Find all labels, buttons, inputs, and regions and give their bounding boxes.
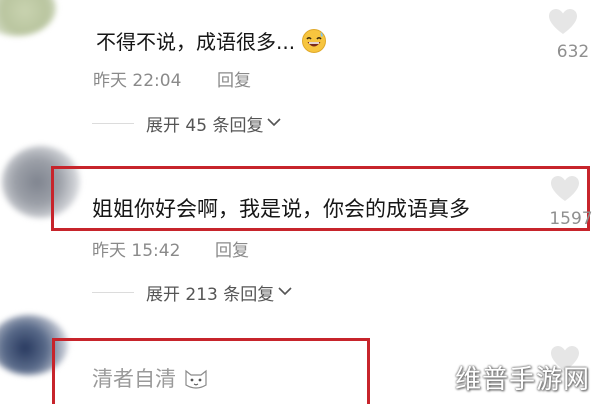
comment-time: 昨天 15:42	[92, 241, 181, 261]
like-button[interactable]: 632	[528, 8, 598, 62]
comment-text: 姐姐你好会啊，我是说，你会的成语真多	[92, 197, 470, 221]
watermark: 维普手游网	[454, 365, 590, 395]
comment-2: 姐姐你好会啊，我是说，你会的成语真多	[92, 193, 470, 223]
heart-icon	[530, 175, 600, 207]
like-count: 1597	[549, 209, 593, 229]
heart-icon	[528, 8, 598, 40]
avatar[interactable]	[0, 0, 56, 36]
expand-replies-button[interactable]: 展开 45 条回复	[92, 111, 282, 136]
laughing-sweat-emoji-icon	[301, 28, 327, 59]
expand-replies-button[interactable]: 展开 213 条回复	[92, 280, 292, 305]
divider	[92, 291, 134, 293]
expand-replies-label: 展开 213 条回复	[146, 284, 275, 305]
comment-time: 昨天 22:04	[93, 71, 182, 91]
comment-3: 清者自清	[92, 363, 209, 396]
divider	[92, 122, 134, 124]
comment-text: 清者自清	[92, 367, 176, 391]
chevron-down-icon	[278, 284, 292, 300]
like-button[interactable]: 1597	[530, 175, 600, 229]
comment-1: 不得不说，成语很多...	[96, 26, 327, 59]
comment-text: 不得不说，成语很多...	[96, 30, 296, 54]
reply-button[interactable]: 回复	[215, 236, 249, 261]
reply-button[interactable]: 回复	[217, 66, 251, 91]
expand-replies-label: 展开 45 条回复	[146, 115, 264, 136]
cat-emoji-icon	[183, 365, 209, 396]
chevron-down-icon	[267, 115, 282, 131]
like-count: 632	[556, 42, 590, 62]
